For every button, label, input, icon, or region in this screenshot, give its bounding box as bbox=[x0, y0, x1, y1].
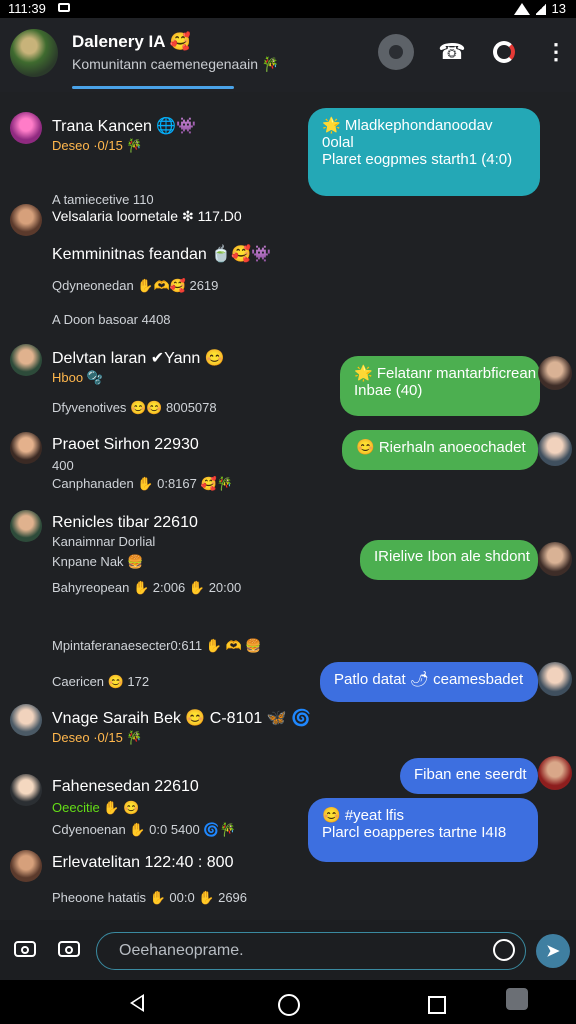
sender-name: Erlevatelitan 122:40 : 800 bbox=[52, 854, 234, 871]
sender-name: Velsalaria loornetale ❇ 117.D0 bbox=[52, 208, 242, 224]
bubble-line: 😊 #yeat lfis bbox=[322, 807, 405, 824]
message-bubble[interactable]: IRielive Ibon ale shdont bbox=[360, 540, 538, 580]
message-line: Mpintaferanaesecter0:611 ✋ 🫶 🍔 bbox=[52, 638, 262, 653]
avatar[interactable] bbox=[538, 432, 572, 466]
message-list[interactable]: Trana Kancen 🌐👾 Deseo ·0/15 🎋 A tamiecet… bbox=[0, 92, 576, 920]
avatar[interactable] bbox=[538, 356, 572, 390]
chat-title[interactable]: Dalenery IA 🥰 bbox=[72, 32, 191, 52]
avatar[interactable] bbox=[10, 774, 42, 806]
message-line: Qdyneonedan ✋🫶🥰 2619 bbox=[52, 278, 219, 293]
avatar[interactable] bbox=[10, 510, 42, 542]
status-right: 13 bbox=[513, 1, 566, 16]
avatar[interactable] bbox=[538, 662, 572, 696]
bubble-line: Fiban ene seerdt bbox=[414, 766, 527, 783]
sender-meta: Oeecitie ✋ 😊 bbox=[52, 800, 140, 815]
bubble-line: Plarcl eoapperes tartne I4I8 bbox=[322, 824, 507, 841]
group-avatar[interactable] bbox=[10, 29, 58, 77]
sender-meta: 400 bbox=[52, 458, 74, 473]
avatar[interactable] bbox=[10, 432, 42, 464]
message-bubble[interactable]: 🌟 Mladkephondanoodav 0olal Plaret eogpme… bbox=[308, 108, 540, 196]
sender-name: Trana Kancen 🌐👾 bbox=[52, 118, 197, 135]
bubble-line: Plaret eogpmes starth1 (4:0) bbox=[322, 151, 513, 168]
recents-icon[interactable] bbox=[428, 996, 446, 1014]
message-bubble[interactable]: 😊 #yeat lfis Plarcl eoapperes tartne I4I… bbox=[308, 798, 538, 862]
avatar[interactable] bbox=[10, 204, 42, 236]
send-icon[interactable]: ➤ bbox=[536, 934, 570, 968]
camera-body bbox=[58, 941, 80, 957]
sender-meta: Kanaimnar Dorlial bbox=[52, 534, 156, 549]
message-bubble[interactable]: Fiban ene seerdt bbox=[400, 758, 538, 794]
sender-name: Delvtan laran ✔Yann 😊 bbox=[52, 350, 225, 367]
message-line: Dfyvenotives 😊😊 8005078 bbox=[52, 400, 217, 415]
status-bar: 111:39 13 bbox=[0, 0, 576, 18]
sender-meta: Deseo ·0/15 🎋 bbox=[52, 138, 143, 153]
message-bubble[interactable]: 😊 Rierhaln anoeochadet bbox=[342, 430, 538, 470]
screenshot-icon bbox=[58, 3, 70, 12]
message-input[interactable]: Oeehaneoprame. bbox=[96, 932, 526, 970]
signal-icon bbox=[535, 2, 546, 15]
profile-button[interactable] bbox=[378, 34, 414, 70]
avatar[interactable] bbox=[538, 756, 572, 790]
message-line: Pheoone hatatis ✋ 00:0 ✋ 2696 bbox=[52, 890, 248, 905]
sender-meta: Deseo ·0/15 🎋 bbox=[52, 730, 143, 745]
keyboard-icon[interactable] bbox=[506, 988, 528, 1010]
message-line: Knpane Nak 🍔 bbox=[52, 554, 144, 569]
navigation-bar bbox=[0, 980, 576, 1024]
bubble-line: 🌟 Felatanr mantarbficrean bbox=[354, 365, 537, 382]
avatar[interactable] bbox=[10, 850, 42, 882]
input-placeholder: Oeehaneoprame. bbox=[119, 942, 244, 959]
composer: Oeehaneoprame. ➤ bbox=[0, 920, 576, 980]
camera-body bbox=[14, 941, 36, 957]
sender-meta: Hboo 🫧 bbox=[52, 370, 103, 385]
phone-icon[interactable]: ☎ bbox=[434, 34, 470, 70]
sender-name: Renicles tibar 22610 bbox=[52, 514, 198, 531]
bubble-line: 🌟 Mladkephondanoodav bbox=[322, 117, 493, 134]
sender-name: Praoet Sirhon 22930 bbox=[52, 436, 199, 453]
chrome-ring bbox=[493, 41, 515, 63]
chat-header: Dalenery IA 🥰 Komunitann caemenegenaain … bbox=[0, 18, 576, 92]
camera-icon[interactable] bbox=[8, 932, 42, 966]
bubble-line: Patlo datat 🌶 ceamesbadet bbox=[334, 671, 524, 688]
message-line: Canphanaden ✋ 0:8167 🥰🎋 bbox=[52, 476, 233, 491]
chat-subtitle: Komunitann caemenegenaain 🎋 bbox=[72, 56, 280, 72]
message-line: Kemminitnas feandan 🍵🥰👾 bbox=[52, 246, 271, 263]
active-underline bbox=[72, 86, 234, 89]
chrome-icon[interactable] bbox=[486, 34, 522, 70]
message-bubble[interactable]: 🌟 Felatanr mantarbficrean Inbae (40) bbox=[340, 356, 540, 416]
wifi-icon bbox=[513, 2, 530, 15]
sender-name: Vnage Saraih Bek 😊 C-8101 🦋 🌀 bbox=[52, 710, 311, 727]
message-bubble[interactable]: Patlo datat 🌶 ceamesbadet bbox=[320, 662, 538, 702]
avatar[interactable] bbox=[10, 344, 42, 376]
bubble-line: 😊 Rierhaln anoeochadet bbox=[356, 439, 526, 456]
battery-level: 13 bbox=[551, 1, 566, 16]
message-line: Bahyreopean ✋ 2:006 ✋ 20:00 bbox=[52, 580, 242, 595]
avatar[interactable] bbox=[10, 704, 42, 736]
bubble-line: IRielive Ibon ale shdont bbox=[374, 548, 530, 565]
bubble-line: 0olal bbox=[322, 134, 354, 151]
avatar[interactable] bbox=[10, 112, 42, 144]
message-line: Cdyenoenan ✋ 0:0 5400 🌀🎋 bbox=[52, 822, 236, 837]
message-line: A tamiecetive 110 bbox=[52, 192, 154, 207]
more-icon[interactable]: ⋮ bbox=[538, 34, 574, 70]
home-icon[interactable] bbox=[278, 994, 300, 1016]
bubble-line: Inbae (40) bbox=[354, 382, 423, 399]
message-line: Caericen 😊 172 bbox=[52, 674, 150, 689]
sender-name: Fahenesedan 22610 bbox=[52, 778, 199, 795]
back-icon[interactable] bbox=[130, 994, 144, 1012]
status-time: 111:39 bbox=[8, 1, 46, 16]
avatar[interactable] bbox=[538, 542, 572, 576]
camera-icon[interactable] bbox=[52, 932, 86, 966]
message-line: A Doon basoar 4408 bbox=[52, 312, 171, 327]
emoji-icon[interactable] bbox=[493, 939, 515, 961]
